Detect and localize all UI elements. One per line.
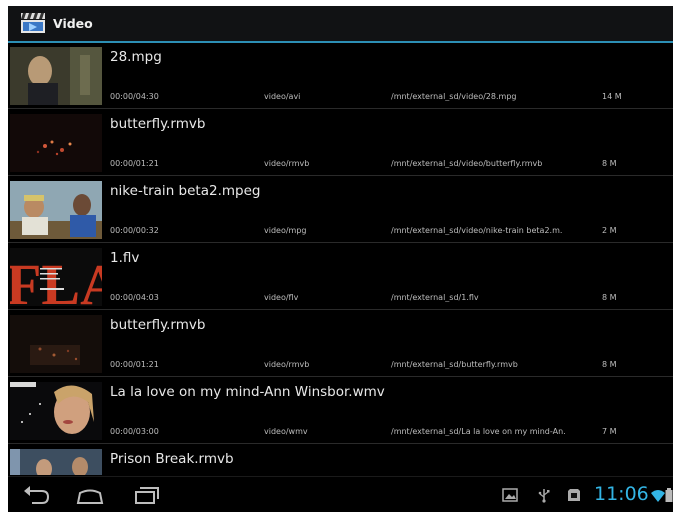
video-thumbnail [10, 181, 102, 239]
video-duration: 00:00/03:00 [110, 427, 159, 436]
video-title: butterfly.rmvb [110, 116, 206, 132]
video-mime-type: video/mpg [264, 226, 307, 235]
video-title: 28.mpg [110, 49, 162, 65]
video-thumbnail: FLA [10, 248, 102, 306]
gallery-notification-icon[interactable] [502, 487, 518, 503]
usb-icon[interactable] [536, 487, 552, 503]
video-thumbnail [10, 47, 102, 105]
video-list[interactable]: 28.mpg 00:00/04:30 video/avi /mnt/extern… [8, 43, 673, 475]
video-size: 2 M [602, 226, 617, 235]
clapperboard-icon[interactable] [20, 11, 46, 35]
video-title: nike-train beta2.mpeg [110, 183, 261, 199]
video-list-item[interactable]: nike-train beta2.mpeg 00:00/00:32 video/… [8, 177, 673, 243]
video-size: 14 M [602, 92, 622, 101]
video-mime-type: video/rmvb [264, 360, 310, 369]
video-thumbnail [10, 449, 102, 475]
system-bar: 11:06 [8, 476, 673, 512]
video-mime-type: video/rmvb [264, 159, 310, 168]
video-list-item[interactable]: La la love on my mind-Ann Winsbor.wmv 00… [8, 378, 673, 444]
action-bar: Video [8, 6, 673, 43]
video-mime-type: video/flv [264, 293, 299, 302]
video-thumbnail [10, 114, 102, 172]
video-path: /mnt/external_sd/video/butterfly.rmvb [391, 159, 543, 168]
battery-icon [665, 487, 673, 503]
android-screen: Video 28.mpg 00:00/04:30 video/avi /mnt/… [8, 6, 673, 512]
wifi-icon [650, 488, 666, 504]
video-size: 8 M [602, 293, 617, 302]
video-duration: 00:00/01:21 [110, 360, 159, 369]
video-duration: 00:00/04:03 [110, 293, 159, 302]
video-list-item[interactable]: butterfly.rmvb 00:00/01:21 video/rmvb /m… [8, 311, 673, 377]
status-clock: 11:06 [594, 483, 649, 505]
video-thumbnail [10, 315, 102, 373]
video-path: /mnt/external_sd/La la love on my mind-A… [391, 427, 566, 436]
video-title: butterfly.rmvb [110, 317, 206, 333]
video-size: 8 M [602, 360, 617, 369]
video-list-item[interactable]: FLA 1.flv 00:00/04:03 video/flv /mnt/ext… [8, 244, 673, 310]
video-mime-type: video/wmv [264, 427, 308, 436]
video-path: /mnt/external_sd/butterfly.rmvb [391, 360, 518, 369]
video-size: 7 M [602, 427, 617, 436]
video-duration: 00:00/04:30 [110, 92, 159, 101]
video-duration: 00:00/01:21 [110, 159, 159, 168]
video-title: La la love on my mind-Ann Winsbor.wmv [110, 384, 385, 400]
video-thumbnail [10, 382, 102, 440]
video-title: 1.flv [110, 250, 140, 266]
video-size: 8 M [602, 159, 617, 168]
video-duration: 00:00/00:32 [110, 226, 159, 235]
video-path: /mnt/external_sd/video/28.mpg [391, 92, 517, 101]
home-icon[interactable] [72, 483, 108, 507]
video-path: /mnt/external_sd/1.flv [391, 293, 479, 302]
video-list-item[interactable]: 28.mpg 00:00/04:30 video/avi /mnt/extern… [8, 43, 673, 109]
back-icon[interactable] [18, 483, 54, 507]
video-path: /mnt/external_sd/video/nike-train beta2.… [391, 226, 563, 235]
video-list-item[interactable]: Prison Break.rmvb [8, 445, 673, 475]
video-mime-type: video/avi [264, 92, 301, 101]
sd-card-icon[interactable] [566, 487, 582, 503]
video-list-item[interactable]: butterfly.rmvb 00:00/01:21 video/rmvb /m… [8, 110, 673, 176]
video-title: Prison Break.rmvb [110, 451, 234, 467]
recent-apps-icon[interactable] [128, 483, 164, 507]
app-title: Video [53, 16, 93, 31]
